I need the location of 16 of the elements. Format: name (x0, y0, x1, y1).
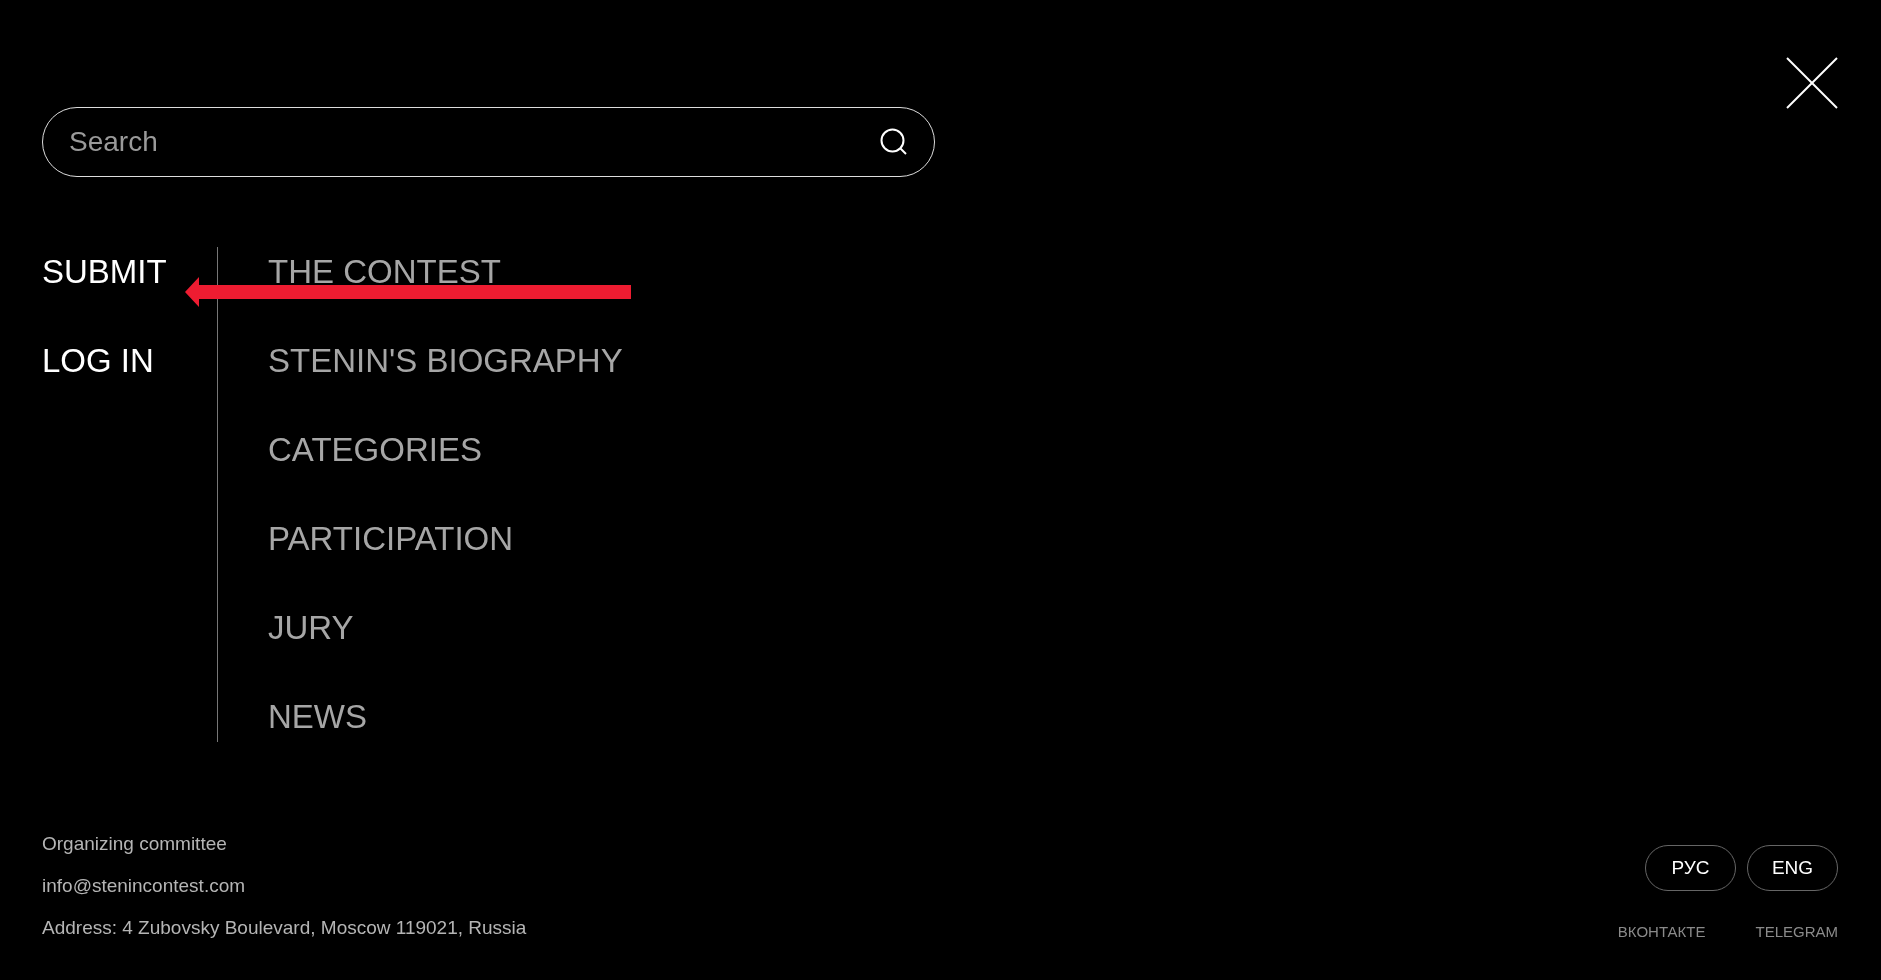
footer-text: Address: 4 Zubovsky Boulevard, Moscow 119021, Russia (42, 916, 527, 940)
email-link[interactable]: info@stenincontest.com (42, 874, 527, 898)
social-link[interactable]: ВКОНТАКТЕ (1617, 923, 1706, 940)
nav-link[interactable]: CATEGORIES (268, 425, 623, 514)
nav-link[interactable]: NEWS (268, 692, 623, 742)
search-icon[interactable] (879, 127, 909, 157)
account-link[interactable]: LOG IN (42, 336, 217, 425)
close-icon[interactable] (1786, 57, 1838, 109)
nav-link[interactable]: STENIN'S BIOGRAPHY (268, 336, 623, 425)
nav-link[interactable]: THE CONTEST (268, 247, 623, 336)
nav-link[interactable]: PARTICIPATION (268, 514, 623, 603)
search-field[interactable]: Search (42, 107, 935, 177)
footer-text: Organizing committee (42, 832, 228, 856)
account-link[interactable]: SUBMIT (42, 247, 217, 336)
nav-link[interactable]: JURY (268, 603, 623, 692)
social-link[interactable]: TELEGRAM (1755, 923, 1838, 940)
